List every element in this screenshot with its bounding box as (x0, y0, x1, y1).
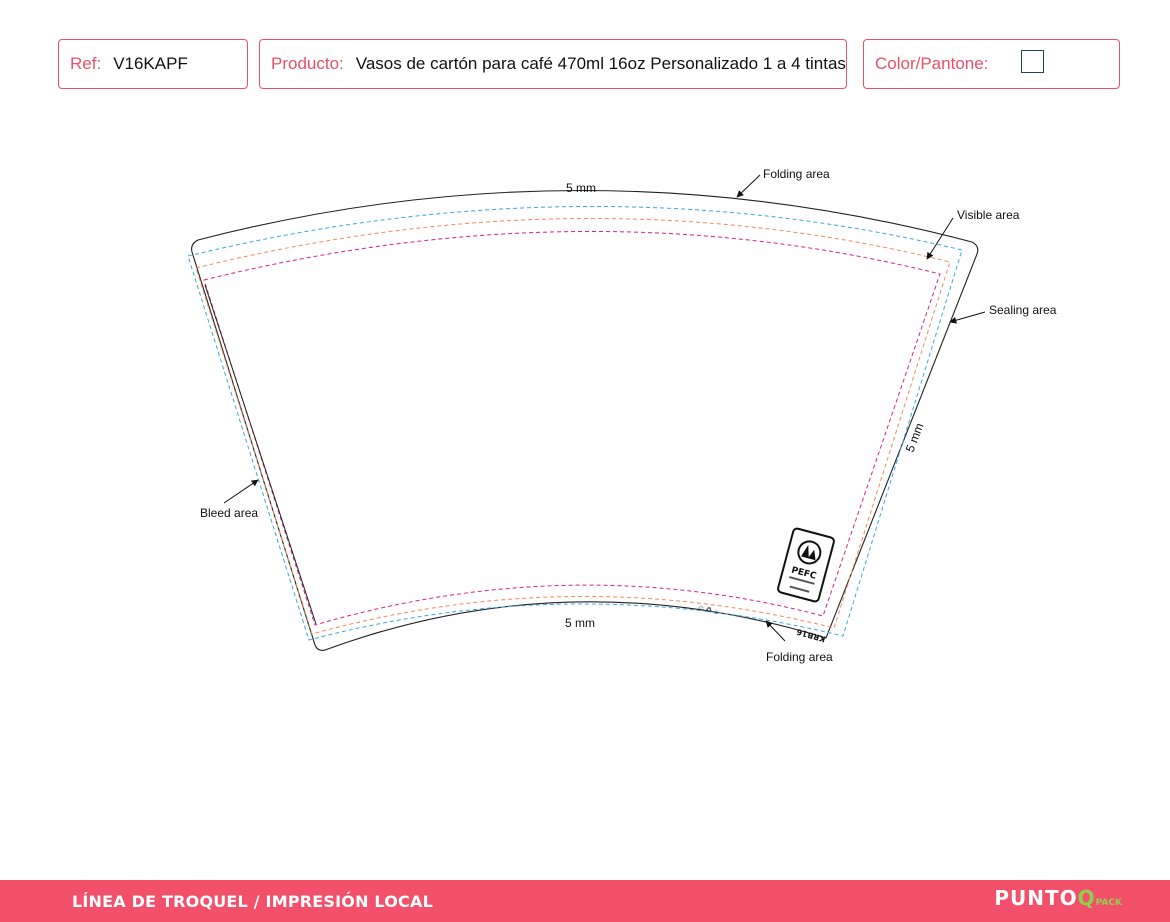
recycle-icon: ♻ (705, 606, 713, 615)
label-folding-top: Folding area (763, 167, 830, 181)
arrow-visible (926, 217, 954, 260)
dim-bottom: 5 mm (565, 616, 595, 630)
brand-sub: PACK (1095, 898, 1122, 908)
inner-edge-line (204, 284, 317, 625)
visible-line (203, 231, 941, 626)
recycle-icon: ♲ (697, 604, 705, 613)
fold-line (195, 218, 951, 635)
recycle-icons: ♲ ♻ ☕ (697, 604, 720, 616)
dim-top: 5 mm (566, 181, 596, 195)
arrow-sealing (949, 311, 986, 324)
label-visible: Visible area (957, 208, 1020, 222)
arrow-folding-top (736, 174, 761, 198)
footer-bar: LÍNEA DE TROQUEL / IMPRESIÓN LOCAL PUNTO… (0, 880, 1170, 922)
label-sealing: Sealing area (989, 303, 1057, 317)
label-folding-bottom: Folding area (766, 650, 833, 664)
label-bleed: Bleed area (200, 506, 258, 520)
bleed-line (187, 205, 963, 641)
brand-main: PUNTO (994, 886, 1078, 910)
arrow-bleed (223, 479, 259, 504)
cup-icon: ☕ (713, 607, 721, 616)
cert-code: KRB16 (795, 627, 826, 644)
footer-title: LÍNEA DE TROQUEL / IMPRESIÓN LOCAL (72, 891, 433, 911)
brand-logo: PUNTO Q PACK (994, 886, 1122, 910)
brand-q: Q (1077, 886, 1095, 910)
pefc-badge: PEFC (777, 527, 835, 603)
dim-right: 5 mm (903, 421, 927, 454)
die-line-diagram: 5 mm 5 mm 5 mm Folding area Visible area… (187, 167, 1057, 664)
